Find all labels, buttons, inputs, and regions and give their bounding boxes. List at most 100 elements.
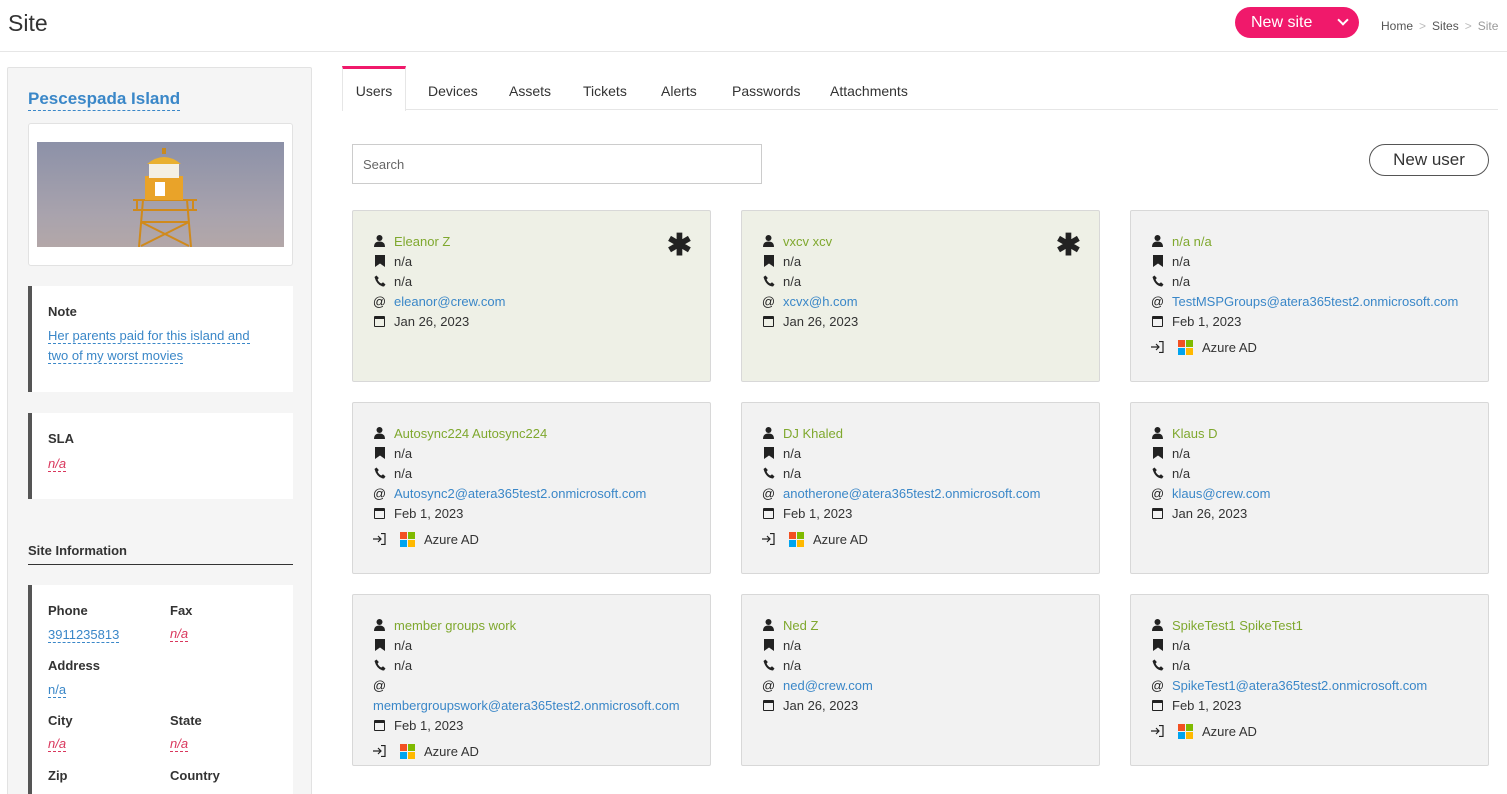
site-photo[interactable] xyxy=(37,142,284,247)
phone-value[interactable]: 3911235813 xyxy=(48,627,120,643)
site-tabs: Users Devices Assets Tickets Alerts Pass… xyxy=(342,66,1498,111)
phone-label: Phone xyxy=(48,603,88,618)
tab-alerts[interactable]: Alerts xyxy=(661,66,697,110)
fax-value[interactable]: n/a xyxy=(170,626,189,642)
user-phone: n/a xyxy=(1172,657,1191,673)
user-created-date: Feb 1, 2023 xyxy=(1172,313,1242,329)
user-card[interactable]: Klaus D n/a n/a @ klaus@crew.com Jan 26, 2023 xyxy=(1130,402,1489,574)
sign-in-icon xyxy=(373,745,386,757)
user-title: n/a xyxy=(1172,445,1191,461)
user-card[interactable]: Eleanor Z n/a n/a @ eleanor@crew.com Jan 26, … xyxy=(352,210,711,382)
user-card-row: n/a xyxy=(762,251,801,271)
user-email[interactable]: Autosync2@atera365test2.onmicrosoft.com xyxy=(394,486,646,501)
user-card[interactable]: Ned Z n/a n/a @ ned@crew.com Jan 26, 2023 xyxy=(741,594,1100,766)
user-card-row: n/a xyxy=(762,463,801,483)
user-card-row: Feb 1, 2023 xyxy=(373,503,463,523)
user-card-row: @ xcvx@h.com xyxy=(762,291,858,311)
user-card-row: n/a xyxy=(373,635,412,655)
chevron-down-icon[interactable] xyxy=(1337,14,1349,26)
user-card-row: @ anotherone@atera365test2.onmicrosoft.co… xyxy=(761,483,1041,503)
tab-tickets[interactable]: Tickets xyxy=(583,66,627,110)
user-name[interactable]: SpikeTest1 SpikeTest1 xyxy=(1172,618,1303,633)
new-site-button[interactable]: New site xyxy=(1235,7,1359,38)
user-name[interactable]: Eleanor Z xyxy=(394,234,450,249)
phone-icon xyxy=(1151,275,1164,287)
at-icon: @ xyxy=(761,485,776,501)
user-card-row: n/a xyxy=(1151,655,1190,675)
new-user-button[interactable]: New user xyxy=(1369,144,1489,176)
user-source: Azure AD xyxy=(424,531,479,547)
user-card-row: n/a xyxy=(762,443,801,463)
breadcrumb-home[interactable]: Home xyxy=(1381,19,1413,33)
breadcrumb-separator: > xyxy=(1464,19,1472,33)
state-value[interactable]: n/a xyxy=(170,736,189,752)
note-value[interactable]: Her parents paid for this island and two… xyxy=(48,328,250,364)
user-email[interactable]: ned@crew.com xyxy=(783,678,873,693)
tab-attachments[interactable]: Attachments xyxy=(830,66,908,110)
bookmark-icon xyxy=(1151,447,1164,459)
user-created-date: Jan 26, 2023 xyxy=(394,313,470,329)
user-email[interactable]: xcvx@h.com xyxy=(783,294,858,309)
sla-value[interactable]: n/a xyxy=(48,456,67,472)
user-name[interactable]: Klaus D xyxy=(1172,426,1218,441)
tab-devices[interactable]: Devices xyxy=(428,66,478,110)
user-phone: n/a xyxy=(394,657,413,673)
user-email[interactable]: eleanor@crew.com xyxy=(394,294,505,309)
city-label: City xyxy=(48,713,73,728)
user-icon xyxy=(762,427,775,439)
bookmark-icon xyxy=(762,447,775,459)
sign-in-icon xyxy=(1151,725,1164,737)
user-created-date: Feb 1, 2023 xyxy=(1172,697,1242,713)
user-source: Azure AD xyxy=(1202,723,1257,739)
user-card[interactable]: SpikeTest1 SpikeTest1 n/a n/a @ SpikeTest1@a… xyxy=(1130,594,1489,766)
user-name[interactable]: Autosync224 Autosync224 xyxy=(394,426,547,441)
user-email[interactable]: membergroupswork@atera365test2.onmicroso… xyxy=(373,698,680,713)
tab-users[interactable]: Users xyxy=(342,66,406,111)
address-value[interactable]: n/a xyxy=(48,682,67,698)
site-information-card: Phone 3911235813 Fax n/a Address n/a Cit… xyxy=(28,585,293,794)
city-value[interactable]: n/a xyxy=(48,736,67,752)
calendar-icon xyxy=(1151,315,1164,327)
tab-assets[interactable]: Assets xyxy=(509,66,551,110)
at-icon: @ xyxy=(1150,485,1165,501)
user-icon xyxy=(762,619,775,631)
breadcrumb-current: Site xyxy=(1477,19,1499,33)
user-card-row: n/a xyxy=(373,251,412,271)
sign-in-icon xyxy=(1151,341,1164,353)
user-created-date: Feb 1, 2023 xyxy=(394,505,464,521)
user-name[interactable]: member groups work xyxy=(394,618,516,633)
bookmark-icon xyxy=(762,255,775,267)
microsoft-logo-icon xyxy=(400,531,415,547)
user-name[interactable]: n/a n/a xyxy=(1172,234,1212,249)
user-card-row: SpikeTest1 SpikeTest1 xyxy=(1151,615,1303,635)
tab-passwords[interactable]: Passwords xyxy=(732,66,800,110)
user-email[interactable]: klaus@crew.com xyxy=(1172,486,1270,501)
user-card[interactable]: member groups work n/a n/a @ membergroupswor… xyxy=(352,594,711,766)
user-card[interactable]: Autosync224 Autosync224 n/a n/a @ Autosync2@… xyxy=(352,402,711,574)
user-icon xyxy=(373,427,386,439)
at-icon: @ xyxy=(372,485,387,501)
user-card[interactable]: vxcv xcv n/a n/a @ xcvx@h.com Jan 26, 2023 ✱ xyxy=(741,210,1100,382)
breadcrumb-sites[interactable]: Sites xyxy=(1432,19,1459,33)
bookmark-icon xyxy=(762,639,775,651)
site-name[interactable]: Pescespada Island xyxy=(28,89,181,111)
user-card-row: Klaus D xyxy=(1151,423,1218,443)
sla-label: SLA xyxy=(48,431,74,446)
user-title: n/a xyxy=(1172,253,1191,269)
calendar-icon xyxy=(762,507,775,519)
user-email[interactable]: TestMSPGroups@atera365test2.onmicrosoft.… xyxy=(1172,294,1458,309)
user-name[interactable]: vxcv xcv xyxy=(783,234,832,249)
user-name[interactable]: DJ Khaled xyxy=(783,426,843,441)
note-card: Note Her parents paid for this island an… xyxy=(28,286,293,392)
user-email[interactable]: SpikeTest1@atera365test2.onmicrosoft.com xyxy=(1172,678,1427,693)
user-card[interactable]: n/a n/a n/a n/a @ TestMSPGroups@atera365test… xyxy=(1130,210,1489,382)
user-email[interactable]: anotherone@atera365test2.onmicrosoft.com xyxy=(783,486,1040,501)
search-input[interactable] xyxy=(352,144,762,184)
user-name[interactable]: Ned Z xyxy=(783,618,818,633)
user-card-row: Azure AD xyxy=(373,741,479,761)
user-card[interactable]: DJ Khaled n/a n/a @ anotherone@atera365test2… xyxy=(741,402,1100,574)
at-icon: @ xyxy=(1150,677,1165,693)
user-card-row: Autosync224 Autosync224 xyxy=(373,423,547,443)
user-source: Azure AD xyxy=(813,531,868,547)
at-icon: @ xyxy=(761,293,776,309)
